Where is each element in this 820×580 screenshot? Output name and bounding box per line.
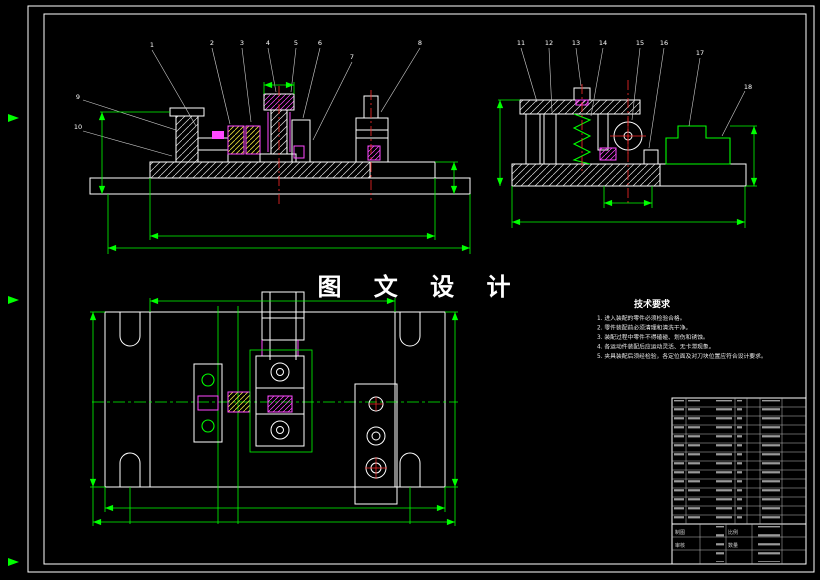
bolt-slot [119, 312, 141, 347]
title-block-label-qty: 数量 [728, 542, 738, 549]
registration-mark-icon [8, 296, 19, 304]
callout-number: 1 [150, 41, 154, 49]
bom-name-column-text [688, 400, 732, 522]
callout-number: 15 [636, 39, 644, 47]
callout-number: 18 [744, 83, 752, 91]
front-locator-column [169, 107, 229, 163]
callout-number: 14 [599, 39, 607, 47]
front-base-plate [89, 161, 471, 195]
title-block-text [754, 526, 780, 562]
front-insert-blocks [227, 125, 261, 155]
magenta-detail [212, 131, 224, 139]
plan-centerlines [92, 306, 458, 524]
bolt-slot [119, 452, 141, 487]
bolt-slot [399, 452, 421, 487]
bom-index-column-text [674, 400, 684, 522]
callout-number: 11 [517, 39, 525, 47]
bolt-slot [399, 312, 421, 347]
callout-number: 9 [76, 93, 80, 101]
side-top-plate [519, 99, 641, 165]
bom-table: 制图 审核 比例 数量 [671, 397, 807, 565]
plan-insert-block [227, 391, 251, 413]
title-block-label-scale: 比例 [728, 529, 738, 536]
plan-clamp-body [249, 349, 313, 453]
bom-material-column-text [762, 400, 780, 522]
tech-note: 4. 各运动件装配后应运动灵活、无卡滞现象。 [597, 343, 715, 351]
callout-number: 10 [74, 123, 82, 131]
callout-number: 5 [294, 39, 298, 47]
callout-number: 16 [660, 39, 668, 47]
side-base-plate [511, 163, 747, 187]
front-right-bracket [355, 95, 389, 163]
side-small-block [643, 149, 659, 165]
callout-number: 8 [418, 39, 422, 47]
tech-note: 5. 夹具装配后须经检验，各定位面及对刀块位置应符合设计要求。 [597, 352, 767, 360]
cad-sheet: 1 2 3 4 5 6 7 8 9 10 11 12 13 14 15 16 1… [0, 0, 820, 580]
side-leader-lines: 11 12 13 14 15 16 17 18 [517, 39, 752, 149]
side-fixture-body [665, 125, 731, 165]
cad-drawing-canvas[interactable]: 1 2 3 4 5 6 7 8 9 10 11 12 13 14 15 16 1… [0, 0, 820, 580]
callout-number: 3 [240, 39, 244, 47]
tech-requirements: 技术要求 1. 进入装配的零件必须检验合格。 2. 零件装配前必须清理和清洗干净… [597, 298, 767, 360]
tech-note: 1. 进入装配的零件必须检验合格。 [597, 314, 686, 322]
front-view: 1 2 3 4 5 6 7 8 9 10 [74, 39, 471, 254]
side-centerlines [581, 80, 629, 206]
callout-number: 6 [318, 39, 322, 47]
registration-mark-icon [8, 114, 19, 122]
callout-number: 2 [210, 39, 214, 47]
tech-note: 3. 装配过程中零件不得磕碰、划伤和锈蚀。 [597, 333, 709, 341]
tech-note: 2. 零件装配前必须清理和清洗干净。 [597, 324, 691, 332]
title-block-label-draft: 制图 [675, 529, 685, 536]
plan-view [89, 291, 459, 526]
callout-number: 13 [572, 39, 580, 47]
side-magenta-detail [599, 147, 617, 161]
watermark-title: 图 文 设 计 [317, 273, 522, 301]
registration-mark-icon [8, 558, 19, 566]
callout-number: 12 [545, 39, 553, 47]
callout-number: 7 [350, 53, 354, 61]
callout-number: 17 [696, 49, 704, 57]
side-view: 11 12 13 14 15 16 17 18 [496, 39, 758, 228]
title-block-text [702, 526, 724, 562]
title-block-label-review: 审核 [675, 542, 685, 549]
bom-qty-column-text [737, 400, 746, 522]
tech-requirements-heading: 技术要求 [634, 298, 671, 310]
front-clamp-stud [259, 93, 311, 163]
callout-number: 4 [266, 39, 270, 47]
